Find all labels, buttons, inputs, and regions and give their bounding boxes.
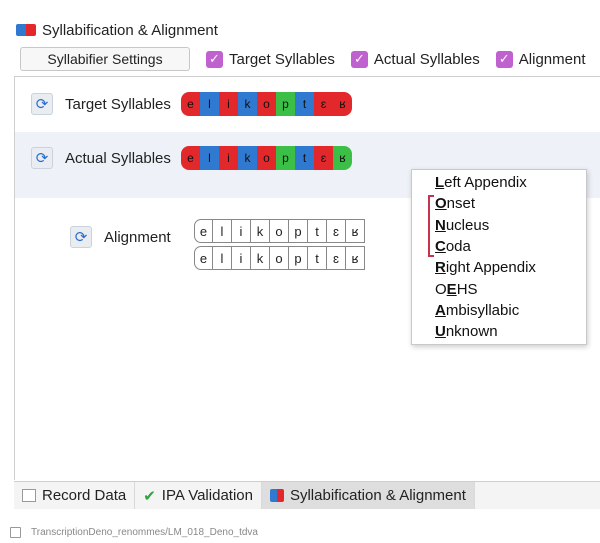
record-data-icon — [22, 489, 36, 502]
menu-item[interactable]: Left Appendix — [412, 172, 586, 193]
alignment-cell[interactable]: ʁ — [346, 219, 365, 243]
syllabifier-settings-button[interactable]: Syllabifier Settings — [20, 47, 190, 71]
alignment-cell[interactable]: k — [251, 219, 270, 243]
alignment-cell[interactable]: i — [232, 219, 251, 243]
phone-tile[interactable]: ʁ — [333, 92, 352, 116]
target-syllables-tiers[interactable]: elikoptɛʁ — [181, 92, 352, 116]
phone-tile[interactable]: p — [276, 146, 295, 170]
phone-tile[interactable]: ɛ — [314, 146, 333, 170]
menu-item[interactable]: Coda — [412, 236, 586, 257]
actual-syllables-checkbox[interactable]: ✓ Actual Syllables — [350, 50, 480, 68]
title-bar: Syllabification & Alignment — [10, 14, 600, 46]
alignment-cell[interactable]: p — [289, 219, 308, 243]
status-path: TranscriptionDeno_renommes/LM_018_Deno_t… — [31, 526, 258, 538]
checkbox-checked-icon: ✓ — [350, 50, 368, 68]
phone-tile[interactable]: ʁ — [333, 146, 352, 170]
phone-tile[interactable]: l — [200, 146, 219, 170]
target-syllables-row: ⟳ Target Syllables elikoptɛʁ — [31, 92, 352, 116]
phone-tile[interactable]: i — [219, 92, 238, 116]
checkbox-label: Alignment — [518, 50, 586, 68]
phone-tile[interactable]: t — [295, 146, 314, 170]
menu-item[interactable]: Nucleus — [412, 215, 586, 236]
phone-tile[interactable]: ɛ — [314, 92, 333, 116]
tab-ipa-validation[interactable]: ✔ IPA Validation — [135, 482, 262, 509]
menu-item[interactable]: Unknown — [412, 321, 586, 342]
refresh-icon[interactable]: ⟳ — [70, 226, 92, 248]
menu-item[interactable]: Onset — [412, 193, 586, 214]
alignment-cell[interactable]: l — [213, 246, 232, 270]
alignment-cell[interactable]: ʁ — [346, 246, 365, 270]
alignment-cell[interactable]: e — [194, 246, 213, 270]
alignment-actual-row: elikoptɛʁ — [194, 246, 365, 270]
alignment-grid[interactable]: elikoptɛʁ elikoptɛʁ — [194, 219, 365, 273]
alignment-cell[interactable]: i — [232, 246, 251, 270]
tab-label: Syllabification & Alignment — [289, 487, 466, 504]
checkbox-checked-icon: ✓ — [495, 50, 513, 68]
phone-tile[interactable]: k — [238, 92, 257, 116]
phone-tile[interactable]: t — [295, 92, 314, 116]
phone-tile[interactable]: l — [200, 92, 219, 116]
alignment-cell[interactable]: ɛ — [327, 246, 346, 270]
syllable-constituent-menu: Left Appendix Onset Nucleus Coda Right Appen… — [411, 169, 587, 345]
alignment-row: ⟳ Alignment — [70, 226, 194, 248]
alignment-cell[interactable]: e — [194, 219, 213, 243]
alignment-target-row: elikoptɛʁ — [194, 219, 365, 243]
alignment-cell[interactable]: l — [213, 219, 232, 243]
alignment-cell[interactable]: ɛ — [327, 219, 346, 243]
app-window: Syllabification & Alignment Syllabifier … — [0, 0, 600, 543]
actual-syllables-tiers[interactable]: elikoptɛʁ — [181, 146, 352, 170]
toolbar: Syllabifier Settings ✓ Target Syllables … — [14, 44, 600, 74]
alignment-label: Alignment — [104, 228, 171, 246]
target-syllables-checkbox[interactable]: ✓ Target Syllables — [206, 50, 335, 68]
alignment-cell[interactable]: t — [308, 219, 327, 243]
alignment-cell[interactable]: k — [251, 246, 270, 270]
phone-tile[interactable]: o — [257, 146, 276, 170]
checkbox-label: Target Syllables — [229, 50, 335, 68]
tab-record-data[interactable]: Record Data — [14, 482, 136, 509]
syllabification-icon — [269, 489, 284, 502]
tab-syllabification-alignment[interactable]: Syllabification & Alignment — [261, 482, 475, 509]
target-syllables-label: Target Syllables — [65, 95, 171, 113]
phone-tile[interactable]: e — [181, 92, 200, 116]
alignment-cell[interactable]: o — [270, 246, 289, 270]
checkbox-checked-icon: ✓ — [206, 50, 223, 68]
syllabification-icon — [16, 24, 36, 36]
status-bar: TranscriptionDeno_renommes/LM_018_Deno_t… — [10, 522, 600, 542]
menu-item[interactable]: Ambisyllabic — [412, 300, 586, 321]
tab-label: Record Data — [42, 487, 127, 504]
phone-tile[interactable]: e — [181, 146, 200, 170]
phone-tile[interactable]: k — [238, 146, 257, 170]
tab-bar: Record Data ✔ IPA Validation Syllabifica… — [14, 481, 600, 509]
refresh-icon[interactable]: ⟳ — [31, 147, 53, 169]
menu-item[interactable]: Right Appendix — [412, 257, 586, 278]
document-icon — [10, 526, 21, 538]
phone-tile[interactable]: o — [257, 92, 276, 116]
alignment-cell[interactable]: p — [289, 246, 308, 270]
alignment-cell[interactable]: t — [308, 246, 327, 270]
phone-tile[interactable]: p — [276, 92, 295, 116]
menu-item[interactable]: O E HS — [412, 278, 586, 299]
tab-label: IPA Validation — [161, 487, 253, 504]
checkmark-icon: ✔ — [143, 487, 156, 505]
alignment-cell[interactable]: o — [270, 219, 289, 243]
actual-syllables-label: Actual Syllables — [65, 149, 171, 167]
onset-nucleus-coda-bracket — [428, 195, 434, 257]
alignment-checkbox[interactable]: ✓ Alignment — [495, 50, 586, 68]
window-title: Syllabification & Alignment — [42, 21, 218, 39]
refresh-icon[interactable]: ⟳ — [31, 93, 53, 115]
checkbox-label: Actual Syllables — [373, 50, 480, 68]
phone-tile[interactable]: i — [219, 146, 238, 170]
actual-syllables-row: ⟳ Actual Syllables elikoptɛʁ — [31, 146, 352, 170]
